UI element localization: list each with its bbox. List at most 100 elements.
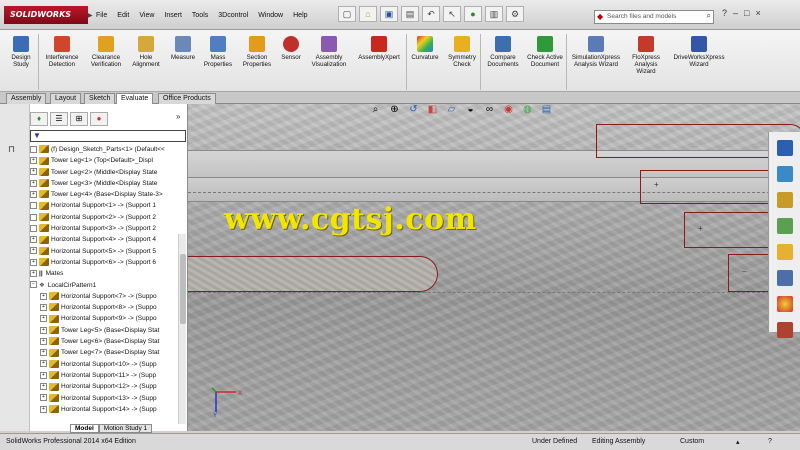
tree-item[interactable]: + Tower Leg<4> (Base<Display State-3> [30, 189, 186, 200]
tree-item[interactable]: + Horizontal Support<8> -> (Suppo [30, 302, 186, 313]
expand-icon[interactable]: + [40, 303, 47, 311]
solidworks-resources-icon[interactable] [777, 140, 793, 156]
zoom-to-area-icon[interactable]: ⊕ [387, 104, 402, 118]
expand-icon[interactable]: + [30, 258, 37, 266]
expand-icon[interactable]: + [40, 292, 47, 300]
help-icon[interactable]: ? [722, 8, 727, 18]
expand-icon[interactable]: + [40, 383, 47, 391]
view-settings-icon[interactable]: ▤ [539, 104, 554, 118]
tab-assembly[interactable]: Assembly [6, 93, 47, 104]
tree-item-pattern[interactable]: − ❖ LocalCirPattern1 [30, 280, 186, 291]
design-study-button[interactable]: Design Study [6, 36, 36, 68]
logo-dropdown-icon[interactable]: ▶ [88, 12, 93, 19]
check-active-document-button[interactable]: Check Active Document [526, 36, 564, 68]
tree-item[interactable]: + Tower Leg<5> (Base<Display Stat [30, 325, 186, 336]
sensor-button[interactable]: Sensor [278, 36, 304, 61]
tree-item[interactable]: + Horizontal Support<7> -> (Suppo [30, 291, 186, 302]
view-palette-icon[interactable] [777, 218, 793, 234]
expand-icon[interactable] [30, 202, 37, 210]
section-properties-button[interactable]: Section Properties [238, 36, 276, 68]
expand-icon[interactable]: + [40, 349, 47, 357]
menu-insert[interactable]: Insert [164, 12, 182, 19]
expand-icon[interactable]: + [40, 337, 47, 345]
rebuild-icon[interactable]: ● [464, 6, 482, 22]
expand-icon[interactable]: + [40, 405, 47, 413]
scrollbar-thumb[interactable] [180, 254, 186, 324]
menu-file[interactable]: File [96, 12, 107, 19]
color-wheel-icon[interactable] [777, 296, 793, 312]
view-orientation-icon[interactable]: ▱ [444, 104, 459, 118]
status-units[interactable]: Custom [680, 438, 704, 445]
minimize-button[interactable]: – [733, 8, 738, 18]
file-explorer-icon[interactable] [777, 192, 793, 208]
tree-item[interactable]: + Tower Leg<6> (Base<Display Stat [30, 336, 186, 347]
menu-help[interactable]: Help [293, 12, 307, 19]
assemblyxpert-button[interactable]: AssemblyXpert [354, 36, 404, 61]
sketch-icon[interactable]: ⊓ [8, 144, 15, 155]
expand-icon[interactable]: + [40, 315, 47, 323]
sketch-point[interactable]: + [698, 224, 703, 233]
tree-item-mates[interactable]: + || Mates [30, 268, 186, 279]
tree-item[interactable]: Horizontal Support<3> -> (Support 2 [30, 223, 186, 234]
restore-button[interactable]: □ [744, 8, 749, 18]
tab-layout[interactable]: Layout [50, 93, 82, 104]
tree-item[interactable]: Horizontal Support<2> -> (Support 2 [30, 212, 186, 223]
help-status-icon[interactable]: ? [768, 438, 772, 445]
tree-item[interactable]: + Tower Leg<1> (Top<Default>_Displ [30, 155, 186, 166]
tab-evaluate[interactable]: Evaluate [116, 93, 154, 104]
menu-window[interactable]: Window [258, 12, 283, 19]
expand-icon[interactable]: + [30, 190, 37, 198]
support-slot-left[interactable] [188, 256, 438, 292]
tree-item[interactable]: + Tower Leg<7> (Base<Display Stat [30, 347, 186, 358]
tree-item[interactable]: + Horizontal Support<9> -> (Suppo [30, 313, 186, 324]
hide-show-icon[interactable]: ∞ [482, 104, 497, 118]
tree-item[interactable]: + Horizontal Support<14> -> (Supp [30, 404, 186, 415]
expand-icon[interactable]: + [30, 236, 37, 244]
symmetry-check-button[interactable]: Symmetry Check [444, 36, 480, 68]
expand-icon[interactable]: + [40, 394, 47, 402]
sketch-point[interactable]: + [654, 180, 659, 189]
appearances-icon[interactable] [777, 270, 793, 286]
collapse-icon[interactable]: − [30, 281, 37, 289]
tree-item[interactable]: Horizontal Support<1> -> (Support 1 [30, 200, 186, 211]
measure-button[interactable]: Measure [166, 36, 200, 61]
tree-item[interactable]: + Horizontal Support<13> -> (Supp [30, 393, 186, 404]
search-box[interactable]: ◆ Search files and models ⌕ [594, 10, 714, 24]
simulationxpress-button[interactable]: SimulationXpress Analysis Wizard [568, 36, 624, 68]
tree-filter-input[interactable]: ▼ [30, 130, 186, 142]
solidworks-logo[interactable]: SOLIDWORKS [4, 6, 88, 24]
expand-icon[interactable]: + [40, 371, 47, 379]
appearance-icon[interactable]: ◉ [501, 104, 516, 118]
configuration-manager-tab-icon[interactable]: ⊞ [70, 112, 88, 126]
expand-icon[interactable] [30, 213, 37, 221]
search-scope-icon[interactable]: ◆ [597, 12, 603, 21]
tree-item[interactable]: + Horizontal Support<11> -> (Supp [30, 370, 186, 381]
expand-icon[interactable]: + [40, 360, 47, 368]
collapse-panel-icon[interactable]: » [176, 112, 180, 121]
floxpress-button[interactable]: FloXpress Analysis Wizard [626, 36, 666, 75]
expand-icon[interactable]: + [30, 157, 37, 165]
search-icon[interactable]: ⌕ [707, 11, 711, 21]
tree-item[interactable]: (f) Design_Sketch_Parts<1> (Default<< [30, 144, 186, 155]
tab-sketch[interactable]: Sketch [84, 93, 116, 104]
expand-icon[interactable]: + [30, 247, 37, 255]
units-dropdown-icon[interactable]: ▴ [736, 438, 740, 446]
tab-office-products[interactable]: Office Products [158, 93, 216, 104]
expand-icon[interactable]: + [30, 168, 37, 176]
menu-3dcontrol[interactable]: 3Dcontrol [218, 12, 248, 19]
select-icon[interactable]: ↖ [443, 6, 461, 22]
custom-properties-icon[interactable] [777, 322, 793, 338]
tree-item[interactable]: + Horizontal Support<10> -> (Supp [30, 359, 186, 370]
sketch-point[interactable]: – [742, 267, 746, 276]
section-view-icon[interactable]: ◧ [425, 104, 440, 118]
menu-edit[interactable]: Edit [117, 12, 129, 19]
expand-icon[interactable] [30, 145, 37, 153]
curvature-button[interactable]: Curvature [408, 36, 442, 61]
feature-tree-tab-icon[interactable]: ♦ [30, 112, 48, 126]
tree-item[interactable]: + Tower Leg<2> (Middle<Display State [30, 167, 186, 178]
file-properties-icon[interactable]: ▥ [485, 6, 503, 22]
graphics-area[interactable]: + + – ⌕ ⊕ ↺ ◧ ▱ ◒ ∞ ◉ ◍ ▤ www.cgtsj.com … [188, 104, 800, 431]
menu-view[interactable]: View [139, 12, 154, 19]
mass-properties-button[interactable]: Mass Properties [200, 36, 236, 68]
zoom-to-fit-icon[interactable]: ⌕ [368, 104, 383, 118]
